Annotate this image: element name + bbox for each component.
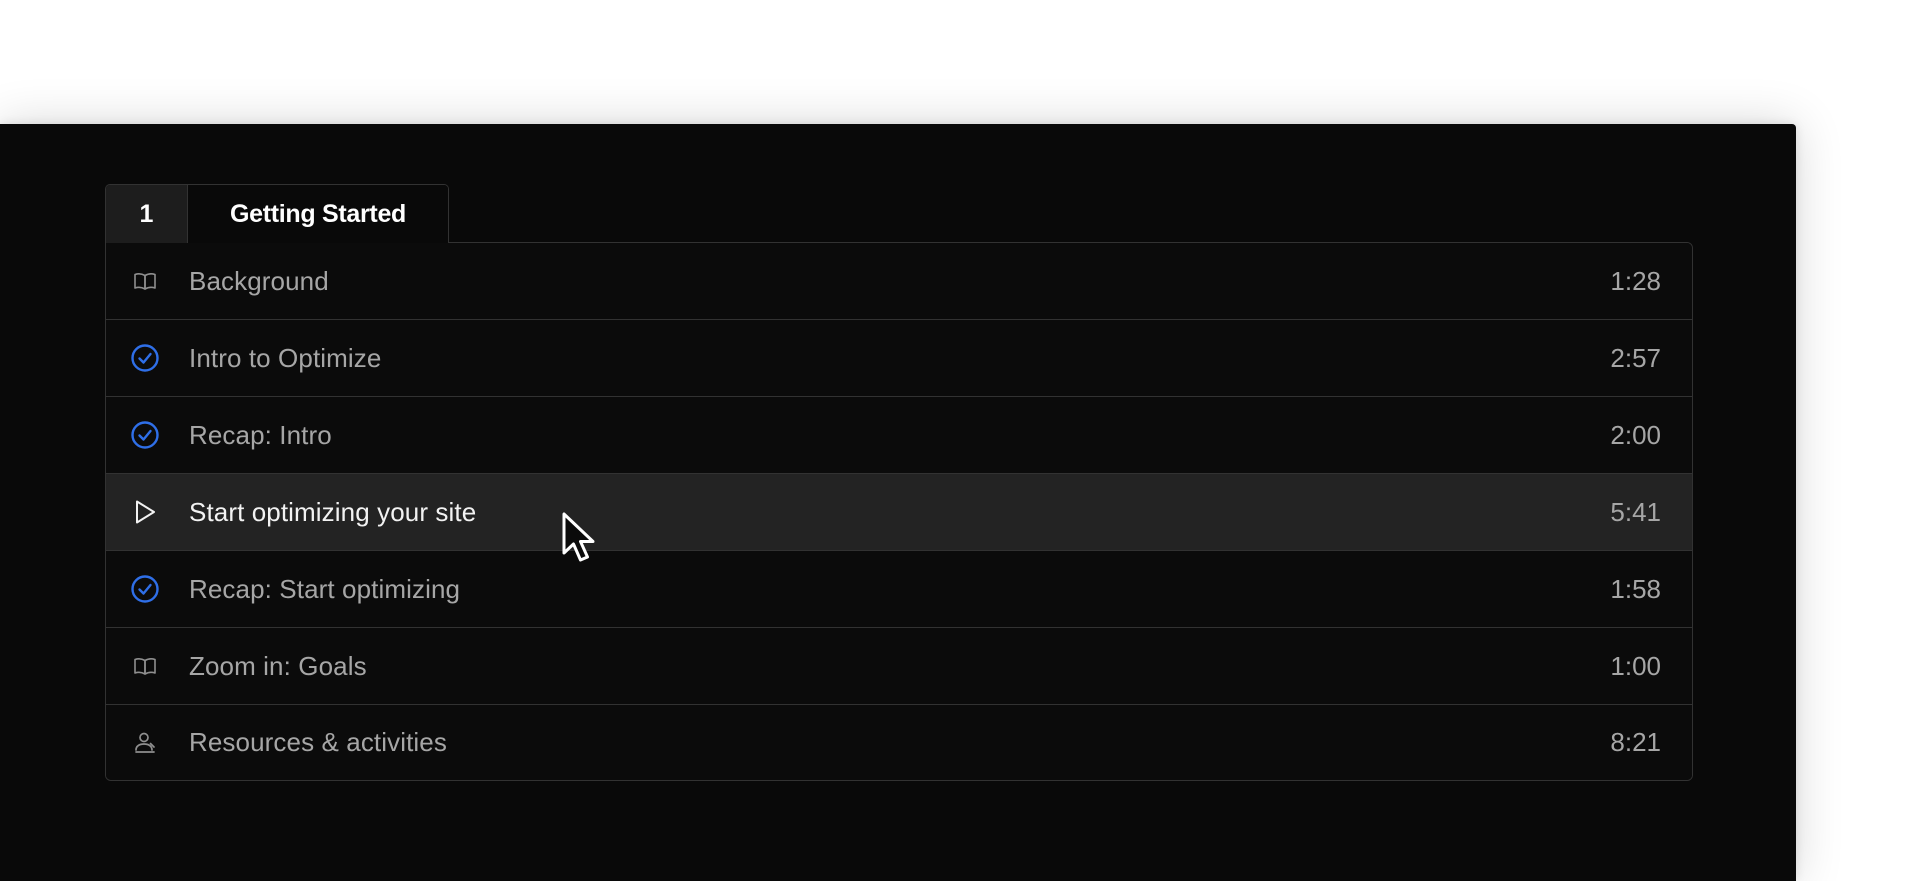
check-circle-icon: [130, 343, 160, 373]
lesson-duration: 8:21: [1610, 727, 1661, 757]
lesson-duration: 1:28: [1610, 265, 1661, 296]
lesson-list: Background 1:28 Intro to Optimize 2:57 R…: [105, 242, 1693, 781]
lesson-title: Intro to Optimize: [189, 342, 382, 373]
lesson-duration: 5:41: [1610, 496, 1661, 527]
lesson-title: Zoom in: Goals: [189, 650, 367, 681]
lesson-row-recap-start-optimizing[interactable]: Recap: Start optimizing 1:58: [106, 551, 1692, 628]
lesson-duration: 2:57: [1610, 342, 1661, 373]
section-number: 1: [106, 185, 188, 243]
section-tab[interactable]: 1 Getting Started: [105, 184, 449, 243]
lesson-row-zoom-in-goals[interactable]: Zoom in: Goals 1:00: [106, 628, 1692, 705]
lesson-row-intro-to-optimize[interactable]: Intro to Optimize 2:57: [106, 320, 1692, 397]
lesson-row-recap-intro[interactable]: Recap: Intro 2:00: [106, 397, 1692, 474]
lesson-title: Resources & activities: [189, 727, 447, 757]
user-activity-icon: [130, 728, 160, 758]
book-open-icon: [130, 651, 160, 681]
lesson-row-background[interactable]: Background 1:28: [106, 243, 1692, 320]
lesson-duration: 1:58: [1610, 573, 1661, 604]
lesson-duration: 2:00: [1610, 419, 1661, 450]
lesson-title: Background: [189, 265, 329, 296]
lesson-title: Recap: Intro: [189, 419, 332, 450]
lesson-duration: 1:00: [1610, 650, 1661, 681]
play-icon: [130, 497, 160, 527]
lesson-row-start-optimizing-your-site[interactable]: Start optimizing your site 5:41: [106, 474, 1692, 551]
check-circle-icon: [130, 574, 160, 604]
lesson-row-resources-activities[interactable]: Resources & activities 8:21: [106, 705, 1692, 780]
lesson-title: Start optimizing your site: [189, 496, 477, 527]
check-circle-icon: [130, 420, 160, 450]
lesson-title: Recap: Start optimizing: [189, 573, 461, 604]
section-title: Getting Started: [188, 185, 448, 243]
book-open-icon: [130, 266, 160, 296]
